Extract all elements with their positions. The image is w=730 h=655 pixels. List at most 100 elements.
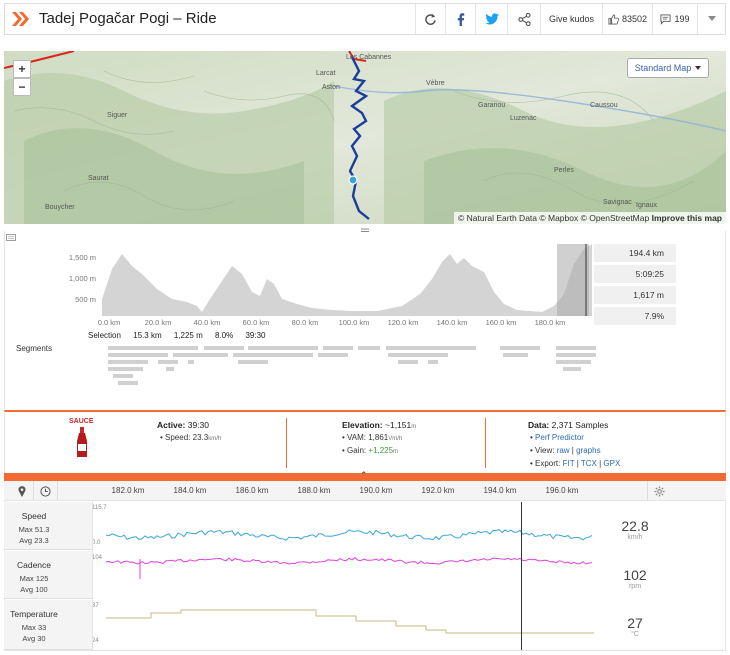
stat-moving-time: 5:09:25	[594, 265, 676, 284]
elevation-y-tick: 1,500 m	[68, 253, 96, 262]
refresh-icon	[425, 13, 436, 25]
temperature-row-label: Temperature Max 33 Avg 30	[4, 600, 92, 650]
page-title: Tadej Pogačar Pogi – Ride	[39, 10, 217, 27]
map-town-label: Savignac	[603, 199, 632, 206]
map-attribution: © Natural Earth Data © Mapbox © OpenStre…	[453, 212, 726, 224]
map-town-label: Vèbre	[426, 80, 445, 87]
elevation-x-tick: 80.0 km	[291, 318, 319, 327]
selection-grade: 8.0%	[215, 331, 234, 340]
elevation-x-tick: 60.0 km	[242, 318, 270, 327]
more-options-button[interactable]	[697, 4, 725, 34]
sauce-speed: • Speed: 23.3km/h	[160, 433, 222, 442]
stream-x-tick: 190.0 km	[359, 486, 393, 495]
elevation-x-tick: 40.0 km	[193, 318, 221, 327]
export-tcx-link[interactable]: TCX	[581, 459, 597, 468]
sauce-data: Data: 2,371 Samples	[528, 420, 609, 430]
stream-x-tick: 188.0 km	[297, 486, 331, 495]
elevation-x-tick: 160.0 km	[485, 318, 517, 327]
elevation-x-tick: 140.0 km	[436, 318, 468, 327]
sauce-panel: SAUCE Active: 39:30 • Speed: 23.3km/h El…	[4, 410, 726, 474]
elevation-y-tick: 500 m	[75, 295, 96, 304]
temperature-bottom-tick: 24	[92, 638, 99, 644]
clock-icon	[40, 485, 51, 497]
route-map[interactable]: Les Cabannes Larcat Aston Vèbre Siguer G…	[4, 51, 726, 224]
map-resize-handle[interactable]	[360, 225, 370, 232]
selection-distance: 15.3 km	[133, 331, 162, 340]
map-type-label: Standard Map	[634, 63, 692, 73]
sauce-gain: • Gain: +1,225m	[342, 446, 399, 455]
map-pin-button[interactable]	[10, 481, 34, 501]
selection-time: 39:30	[245, 331, 266, 340]
speed-row-label: Speed Max 51.3 Avg 23.3	[4, 502, 92, 550]
elevation-y-tick: 1,000 m	[68, 274, 96, 283]
perf-predictor-link[interactable]: Perf Predictor	[535, 433, 584, 442]
gear-icon	[654, 485, 665, 497]
chart-cursor	[521, 502, 522, 650]
activity-header: Tadej Pogačar Pogi – Ride Give kudos 835…	[4, 3, 726, 35]
twitter-share-button[interactable]	[475, 4, 507, 34]
speed-top-tick: 115.7	[92, 505, 107, 511]
elevation-x-tick: 0.0 km	[97, 318, 121, 327]
twitter-icon	[484, 13, 499, 25]
stream-x-tick: 184.0 km	[173, 486, 207, 495]
chart-controls: 182.0 km 184.0 km 186.0 km 188.0 km 190.…	[4, 481, 726, 501]
collapse-glyph: ⌃	[360, 470, 368, 480]
map-town-label: Saurat	[88, 175, 109, 182]
elevation-profile[interactable]	[102, 244, 592, 316]
stream-x-tick: 196.0 km	[545, 486, 579, 495]
view-graphs-link[interactable]: graphs	[576, 446, 600, 455]
map-town-label: Ignaux	[636, 202, 658, 209]
kudos-count-button[interactable]: 83502	[602, 4, 652, 34]
comments-button[interactable]: 199	[652, 4, 697, 34]
selection-summary: Selection 15.3 km 1,225 m 8.0% 39:30	[88, 331, 276, 340]
strava-chevron-icon	[11, 11, 31, 29]
sauce-elevation: Elevation: ~1,151m	[342, 420, 417, 430]
elevation-x-tick: 120.0 km	[387, 318, 419, 327]
stat-elevation: 1,617 m	[594, 286, 676, 305]
export-gpx-link[interactable]: GPX	[603, 459, 620, 468]
stat-distance: 194.4 km	[594, 244, 676, 263]
comments-count: 199	[674, 14, 690, 24]
activity-stats: 194.4 km 5:09:25 1,617 m 7.9%	[594, 244, 676, 328]
selection-label: Selection	[88, 331, 121, 340]
sauce-logo-text: SAUCE	[69, 418, 94, 425]
sauce-collapse-bar[interactable]: ⌃	[4, 470, 726, 481]
view-raw-link[interactable]: raw	[557, 446, 570, 455]
speed-bottom-tick: 0.0	[92, 540, 101, 546]
caret-down-icon	[707, 16, 716, 21]
cadence-current: 102 rpm	[623, 567, 647, 590]
refresh-button[interactable]	[415, 4, 445, 34]
share-icon	[517, 12, 531, 26]
map-town-label: Bouycher	[45, 204, 75, 211]
segments-track[interactable]	[108, 346, 598, 392]
sauce-export: • Export: FIT | TCX | GPX	[530, 459, 621, 468]
stat-grade: 7.9%	[594, 307, 676, 326]
chart-settings-button[interactable]	[647, 481, 671, 501]
segments-label: Segments	[16, 344, 53, 353]
facebook-share-button[interactable]	[445, 4, 475, 34]
map-type-select[interactable]: Standard Map	[627, 58, 709, 78]
zoom-out-button[interactable]: −	[13, 78, 31, 96]
map-town-label: Perles	[554, 167, 574, 174]
map-town-label: Garanou	[478, 102, 506, 109]
give-kudos-button[interactable]: Give kudos	[540, 4, 602, 34]
thumbs-up-icon	[608, 14, 619, 24]
time-axis-button[interactable]	[34, 481, 58, 501]
map-town-label: Siguer	[107, 112, 128, 119]
export-fit-link[interactable]: FIT	[563, 459, 575, 468]
stream-x-tick: 192.0 km	[421, 486, 455, 495]
zoom-in-button[interactable]: +	[13, 60, 31, 78]
stream-x-tick: 194.0 km	[483, 486, 517, 495]
selection-elevation: 1,225 m	[173, 331, 203, 340]
sauce-view: • View: raw | graphs	[530, 446, 601, 455]
share-button[interactable]	[507, 4, 540, 34]
map-town-label: Larcat	[316, 70, 336, 77]
caret-down-icon	[695, 66, 702, 70]
temperature-current: 27 °C	[627, 615, 643, 638]
elevation-x-tick: 180.0 km	[534, 318, 566, 327]
keyboard-icon[interactable]	[6, 233, 16, 241]
improve-map-link[interactable]: Improve this map	[652, 213, 722, 223]
stream-x-tick: 182.0 km	[111, 486, 145, 495]
elevation-x-tick: 100.0 km	[338, 318, 370, 327]
elevation-x-tick: 20.0 km	[144, 318, 172, 327]
